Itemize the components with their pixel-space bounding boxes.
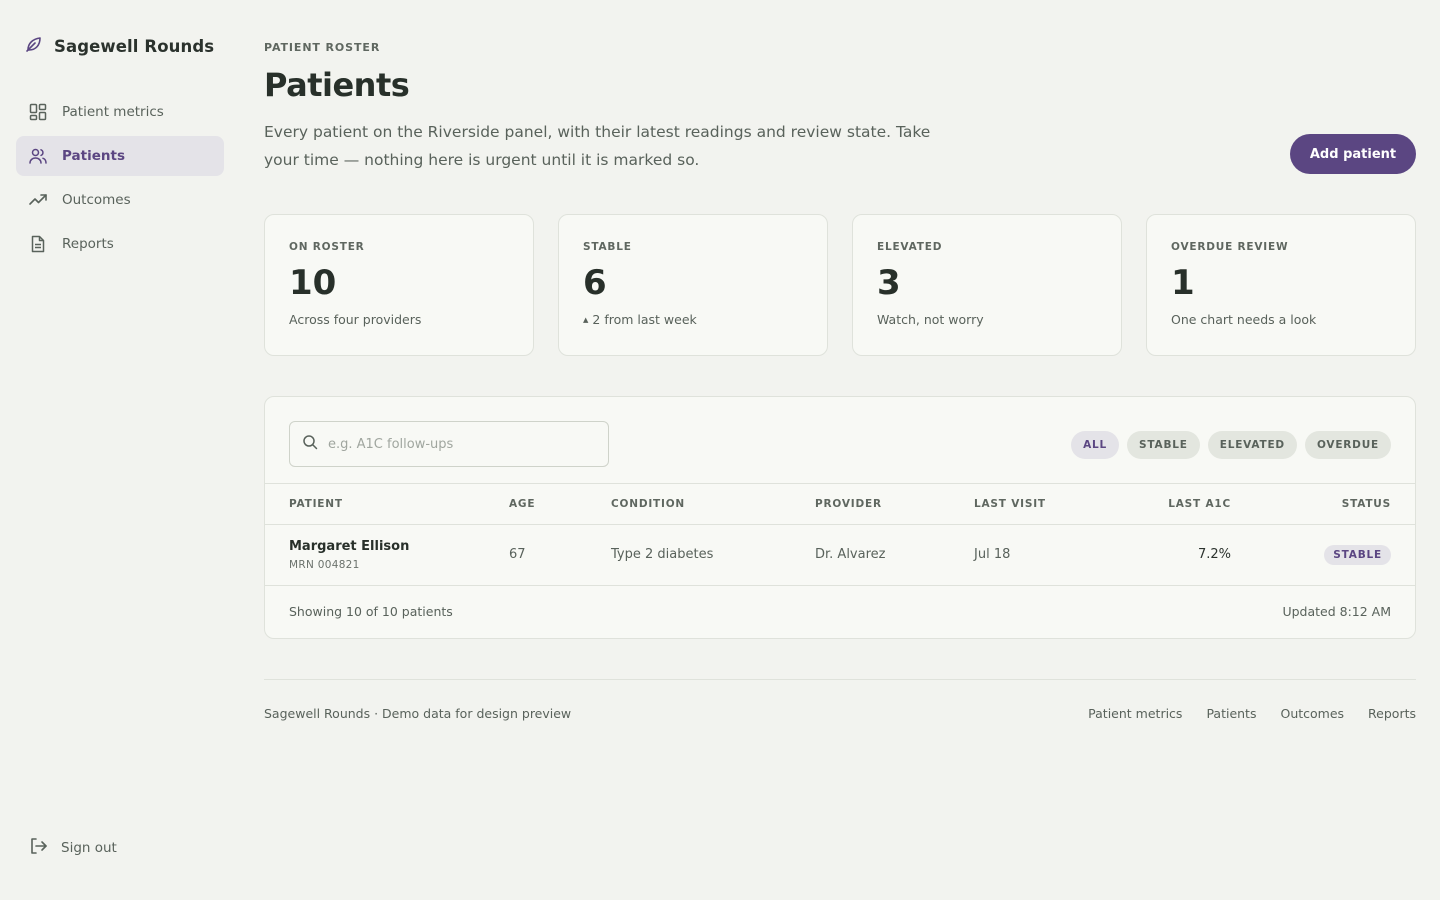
patient-last-visit: Jul 18: [974, 547, 1011, 562]
sidebar-item-label: Reports: [62, 236, 114, 252]
stat-label: STABLE: [583, 241, 632, 253]
sign-out-button[interactable]: Sign out: [28, 836, 117, 860]
column-header-status[interactable]: STATUS: [1342, 498, 1391, 510]
trending-up-icon: [28, 190, 48, 210]
stat-note: Across four providers: [289, 312, 422, 327]
filter-chip-all[interactable]: ALL: [1071, 431, 1120, 459]
sidebar-item-label: Patient metrics: [62, 104, 164, 120]
stat-value: 1: [1171, 263, 1195, 303]
stat-value: 10: [289, 263, 337, 303]
page-title: Patients: [264, 66, 410, 104]
footer-link-patient-metrics[interactable]: Patient metrics: [1088, 706, 1182, 721]
footer-link-patients[interactable]: Patients: [1206, 706, 1256, 721]
search-icon: [302, 434, 318, 454]
users-icon: [28, 146, 48, 166]
stat-label: ON ROSTER: [289, 241, 365, 253]
stat-note: ▲ 2 from last week: [583, 312, 697, 327]
add-patient-button[interactable]: Add patient: [1290, 134, 1416, 174]
page-subtitle: Every patient on the Riverside panel, wi…: [264, 123, 931, 169]
brand[interactable]: Sagewell Rounds: [24, 34, 214, 58]
status-filters: ALL STABLE ELEVATED OVERDUE: [1071, 431, 1391, 459]
stat-note: Watch, not worry: [877, 312, 984, 327]
filter-chip-overdue[interactable]: OVERDUE: [1304, 431, 1391, 459]
column-header-age[interactable]: AGE: [509, 498, 535, 510]
sidebar-item-patient-metrics[interactable]: Patient metrics: [16, 92, 224, 132]
stat-note: One chart needs a look: [1171, 312, 1317, 327]
sign-out-icon: [28, 836, 48, 860]
stat-label: ELEVATED: [877, 241, 943, 253]
sidebar-item-label: Outcomes: [62, 192, 131, 208]
stat-card-on-roster: ON ROSTER 10 Across four providers: [264, 214, 534, 356]
brand-name: Sagewell Rounds: [54, 36, 215, 56]
stat-card-overdue-review: OVERDUE REVIEW 1 One chart needs a look: [1146, 214, 1416, 356]
column-header-patient[interactable]: PATIENT: [289, 498, 343, 510]
grid-icon: [28, 102, 48, 122]
column-header-last-a1c[interactable]: LAST A1C: [1168, 498, 1231, 510]
footer-text: Sagewell Rounds · Demo data for design p…: [264, 706, 572, 721]
column-header-provider[interactable]: PROVIDER: [815, 498, 882, 510]
patient-age: 67: [509, 547, 526, 562]
sidebar-item-outcomes[interactable]: Outcomes: [16, 180, 224, 220]
leaf-icon: [24, 34, 44, 58]
sidebar-nav: Patient metrics Patients Outcomes Report…: [16, 92, 224, 268]
sidebar-item-patients[interactable]: Patients: [16, 136, 224, 176]
stat-value: 3: [877, 263, 901, 303]
search-input[interactable]: [328, 436, 598, 452]
column-header-last-visit[interactable]: LAST VISIT: [974, 498, 1046, 510]
filter-chip-stable[interactable]: STABLE: [1127, 431, 1200, 459]
page-eyebrow: PATIENT ROSTER: [264, 41, 381, 54]
patient-mrn: MRN 004821: [289, 559, 360, 571]
patient-provider: Dr. Alvarez: [815, 547, 886, 562]
status-badge: STABLE: [1324, 545, 1391, 565]
stat-card-elevated: ELEVATED 3 Watch, not worry: [852, 214, 1122, 356]
footer-link-reports[interactable]: Reports: [1368, 706, 1416, 721]
stat-note-text: 2 from last week: [592, 312, 697, 327]
table-updated-time: Updated 8:12 AM: [1282, 604, 1391, 619]
filter-chip-elevated[interactable]: ELEVATED: [1207, 431, 1297, 459]
triangle-up-icon: ▲: [583, 316, 589, 324]
sidebar-item-reports[interactable]: Reports: [16, 224, 224, 264]
table-row[interactable]: Margaret Ellison MRN 004821 67 Type 2 di…: [265, 525, 1415, 586]
stat-value: 6: [583, 263, 607, 303]
search-box[interactable]: [289, 421, 609, 467]
document-icon: [28, 234, 48, 254]
patient-last-a1c: 7.2%: [1197, 547, 1231, 562]
stat-card-stable: STABLE 6 ▲ 2 from last week: [558, 214, 828, 356]
page-footer: Sagewell Rounds · Demo data for design p…: [264, 679, 1416, 739]
footer-links: Patient metrics Patients Outcomes Report…: [1088, 706, 1416, 721]
patient-table-panel: ALL STABLE ELEVATED OVERDUE PATIENT AGE …: [264, 396, 1416, 639]
column-header-condition[interactable]: CONDITION: [611, 498, 685, 510]
sign-out-label: Sign out: [61, 840, 117, 856]
stats-row: ON ROSTER 10 Across four providers STABL…: [264, 214, 1416, 356]
footer-link-outcomes[interactable]: Outcomes: [1280, 706, 1344, 721]
sidebar: Sagewell Rounds Patient metrics Patients…: [0, 0, 240, 900]
table-count: Showing 10 of 10 patients: [289, 604, 453, 619]
sidebar-item-label: Patients: [62, 148, 125, 164]
patient-name[interactable]: Margaret Ellison: [289, 539, 409, 554]
patient-condition: Type 2 diabetes: [611, 547, 714, 562]
stat-label: OVERDUE REVIEW: [1171, 241, 1289, 253]
table-header: PATIENT AGE CONDITION PROVIDER LAST VISI…: [265, 483, 1415, 525]
